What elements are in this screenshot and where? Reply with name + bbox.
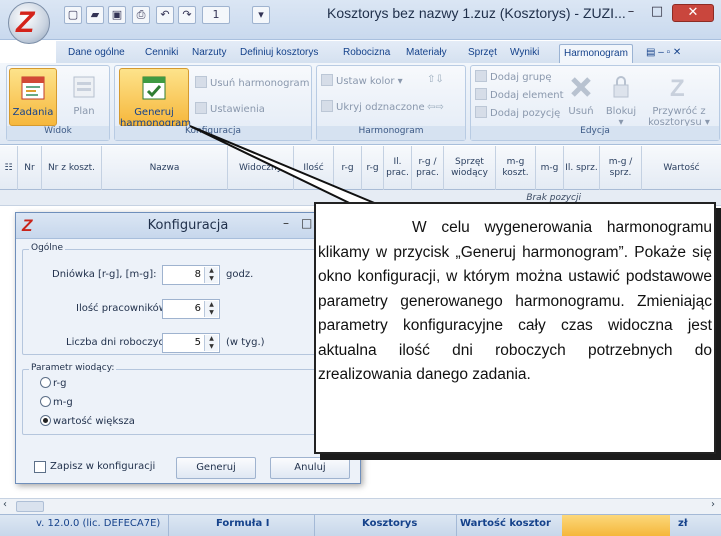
callout-text: W celu wygenerowania harmonogramu klikam… [318,219,712,383]
